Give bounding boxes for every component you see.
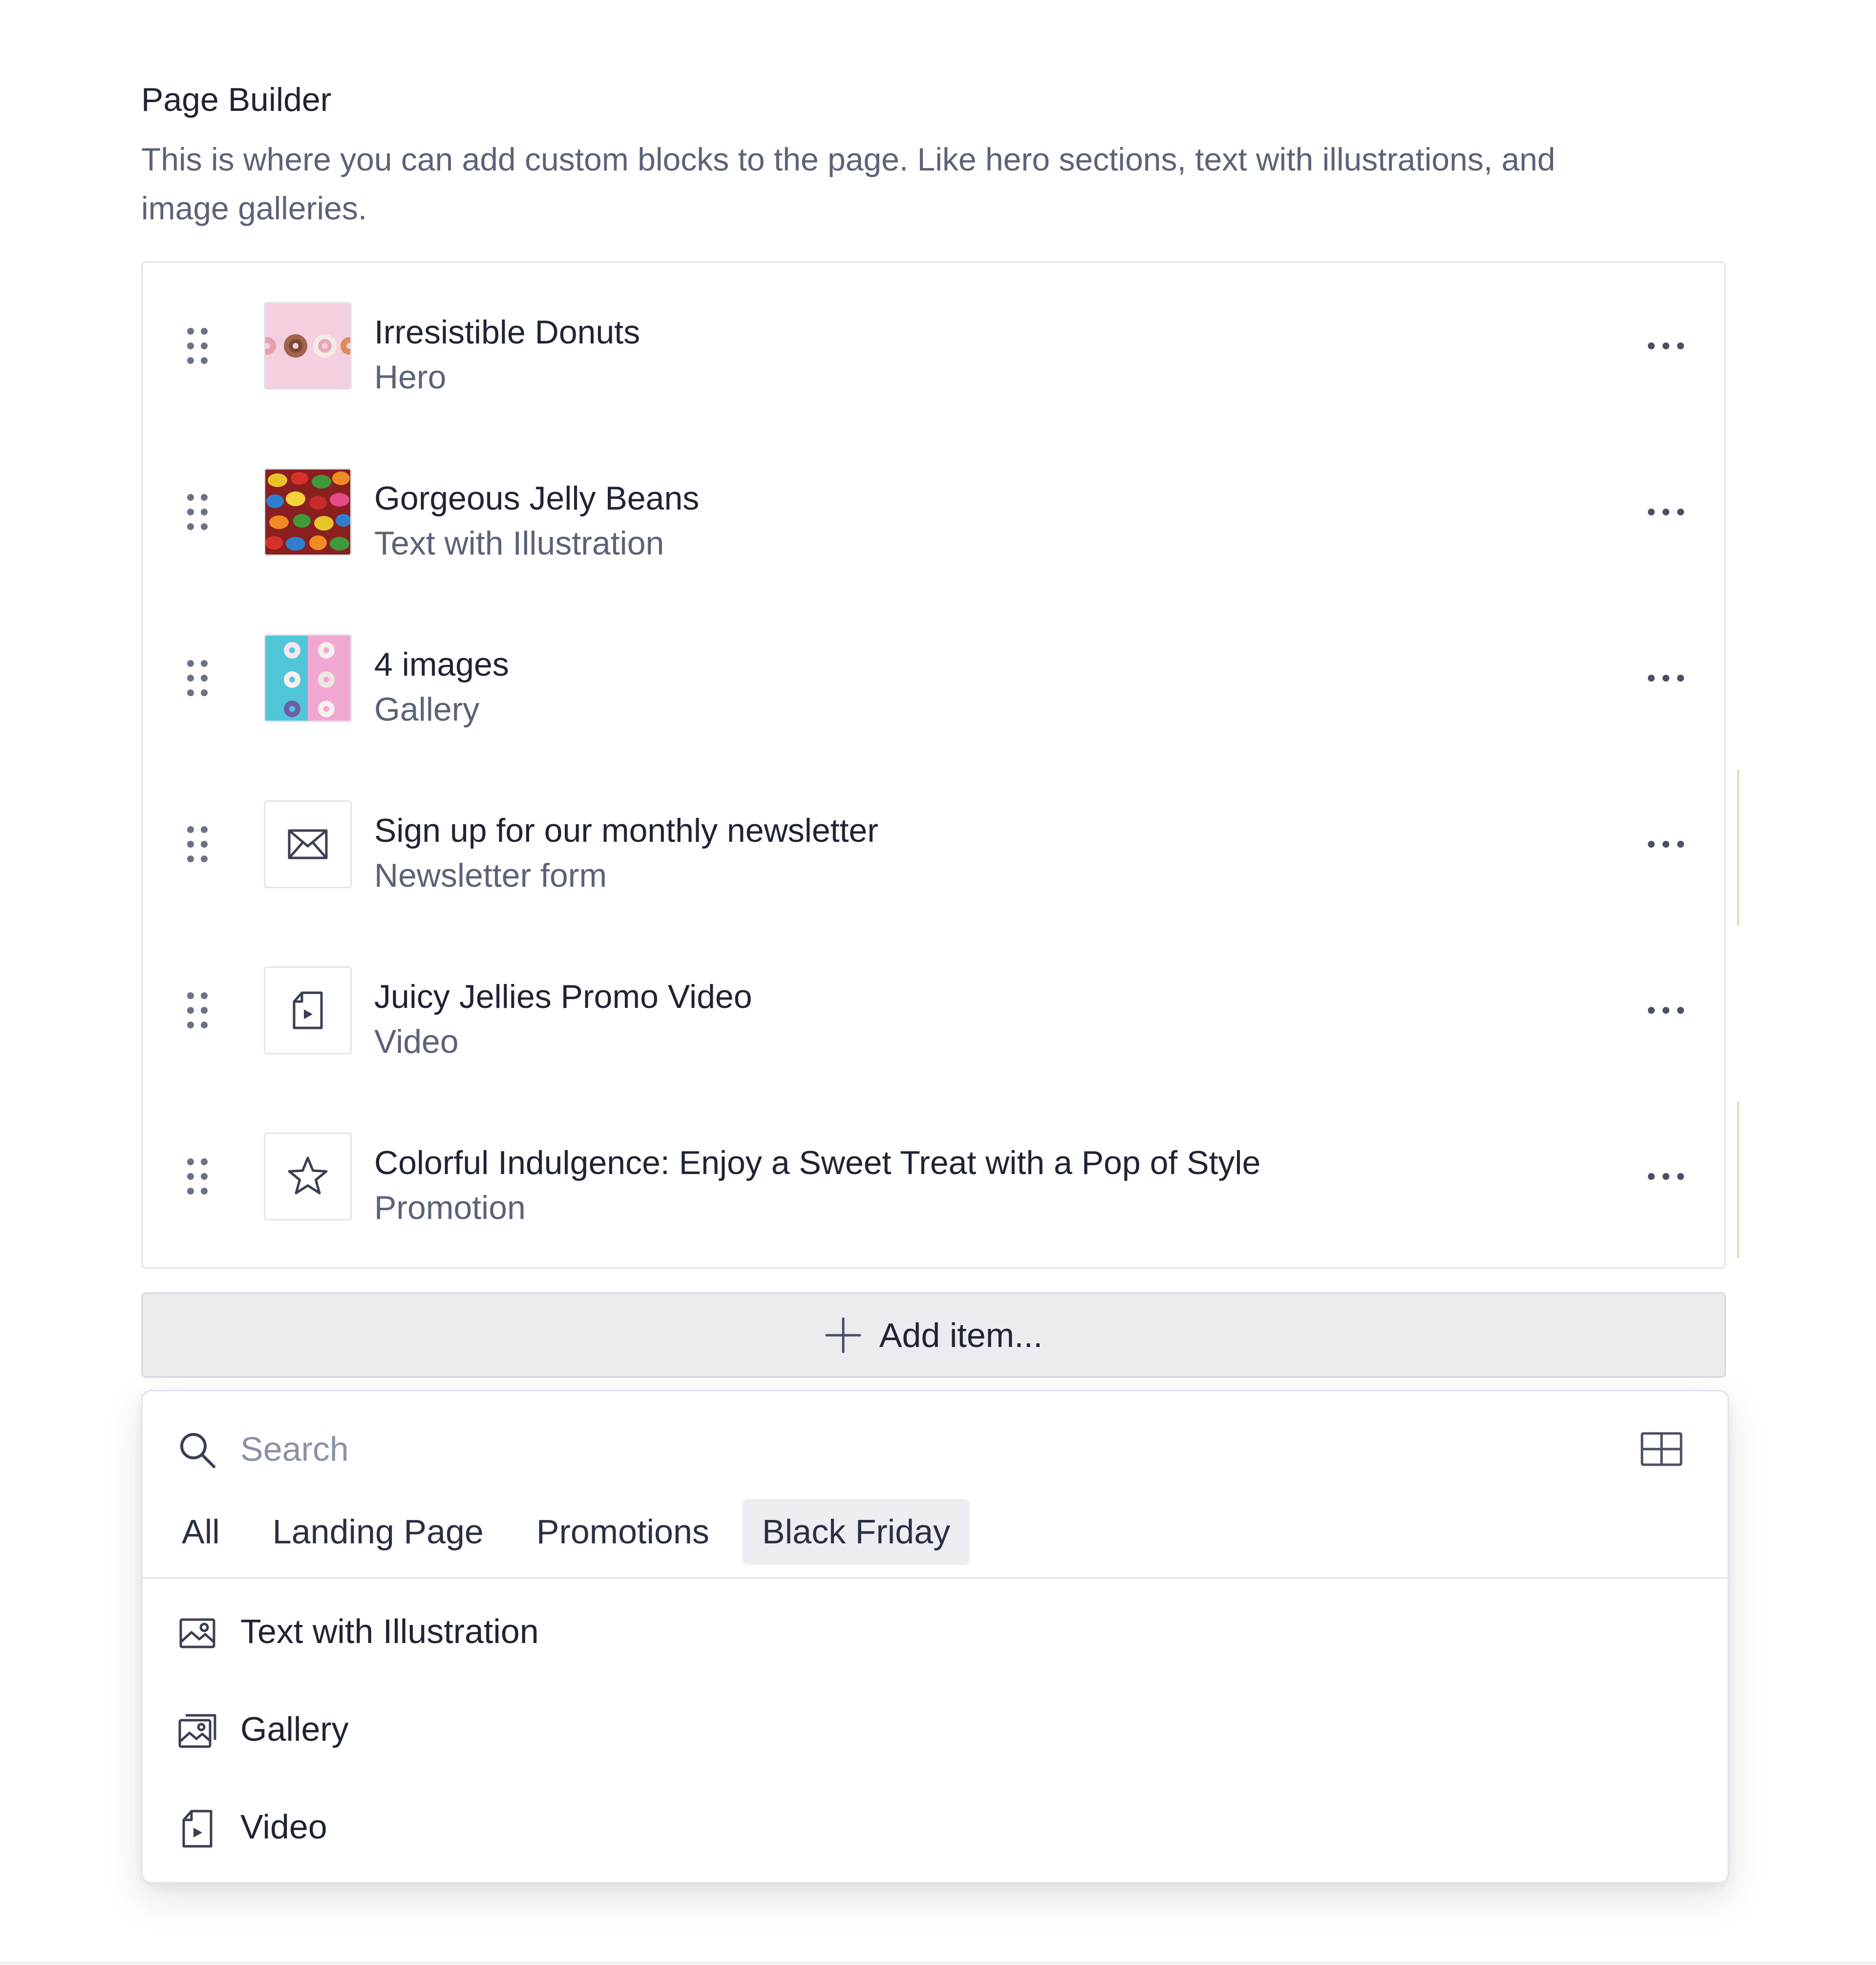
video-file-icon <box>264 966 352 1054</box>
video-file-icon <box>178 1809 217 1848</box>
option-text-with-illustration[interactable]: Text with Illustration <box>143 1587 1727 1675</box>
more-options-button[interactable] <box>1642 663 1690 693</box>
block-type: Newsletter form <box>374 857 607 894</box>
ellipsis-icon <box>1648 841 1684 848</box>
block-title: Juicy Jellies Promo Video <box>374 978 752 1015</box>
envelope-icon <box>264 800 352 888</box>
edge-accent <box>1737 769 1739 926</box>
ellipsis-icon <box>1648 509 1684 515</box>
option-video[interactable]: Video <box>143 1782 1727 1870</box>
gallery-thumbnail <box>264 634 352 722</box>
block-row[interactable]: 4 images Gallery <box>143 595 1725 761</box>
tab-promotions[interactable]: Promotions <box>517 1499 729 1565</box>
block-type: Gallery <box>374 691 480 728</box>
more-options-button[interactable] <box>1642 1162 1690 1191</box>
search-icon <box>178 1431 217 1470</box>
tab-landing-page[interactable]: Landing Page <box>253 1499 503 1565</box>
field-title: Page Builder <box>141 81 332 118</box>
donuts-thumbnail <box>264 302 352 390</box>
image-icon <box>178 1614 217 1653</box>
block-title: Colorful Indulgence: Enjoy a Sweet Treat… <box>374 1144 1261 1181</box>
drag-handle-icon[interactable] <box>186 326 209 365</box>
grid-view-toggle[interactable] <box>1640 1430 1684 1469</box>
drag-handle-icon[interactable] <box>186 492 209 532</box>
drag-handle-icon[interactable] <box>186 1157 209 1196</box>
ellipsis-icon <box>1648 1173 1684 1180</box>
drag-handle-icon[interactable] <box>186 991 209 1030</box>
block-title: 4 images <box>374 646 509 683</box>
jelly-beans-thumbnail <box>264 468 352 556</box>
block-row[interactable]: Sign up for our monthly newsletter Newsl… <box>143 761 1725 927</box>
option-label: Video <box>240 1808 327 1846</box>
option-gallery[interactable]: Gallery <box>143 1685 1727 1773</box>
block-row[interactable]: Gorgeous Jelly Beans Text with Illustrat… <box>143 429 1725 595</box>
more-options-button[interactable] <box>1642 331 1690 361</box>
option-label: Gallery <box>240 1710 349 1748</box>
filter-tabs: All Landing Page Promotions Black Friday <box>162 1499 970 1565</box>
block-row[interactable]: Irresistible Donuts Hero <box>143 263 1725 429</box>
block-title: Irresistible Donuts <box>374 314 640 351</box>
add-item-button[interactable]: Add item... <box>141 1292 1726 1378</box>
ellipsis-icon <box>1648 342 1684 349</box>
grid-icon <box>1641 1432 1683 1466</box>
block-row[interactable]: Juicy Jellies Promo Video Video <box>143 927 1725 1093</box>
drag-handle-icon[interactable] <box>186 825 209 864</box>
more-options-button[interactable] <box>1642 996 1690 1025</box>
block-row[interactable]: Colorful Indulgence: Enjoy a Sweet Treat… <box>143 1093 1725 1260</box>
field-description: This is where you can add custom blocks … <box>141 141 1556 226</box>
divider <box>0 1962 1876 1964</box>
page: { "field": { "title": "Page Builder", "d… <box>0 0 1876 1965</box>
block-title: Sign up for our monthly newsletter <box>374 812 878 849</box>
divider <box>143 1577 1727 1579</box>
block-picker-popover: All Landing Page Promotions Black Friday… <box>141 1390 1729 1883</box>
drag-handle-icon[interactable] <box>186 659 209 698</box>
gallery-icon <box>178 1711 217 1751</box>
option-label: Text with Illustration <box>240 1612 539 1650</box>
ellipsis-icon <box>1648 1007 1684 1014</box>
tab-all[interactable]: All <box>162 1499 239 1565</box>
more-options-button[interactable] <box>1642 497 1690 527</box>
block-type: Text with Illustration <box>374 525 664 562</box>
tab-black-friday[interactable]: Black Friday <box>742 1499 970 1565</box>
star-icon <box>264 1132 352 1220</box>
block-type: Hero <box>374 359 447 396</box>
block-title: Gorgeous Jelly Beans <box>374 480 700 517</box>
block-type: Video <box>374 1023 459 1060</box>
block-list: Irresistible Donuts Hero Gorgeous Jelly … <box>141 261 1726 1269</box>
more-options-button[interactable] <box>1642 830 1690 859</box>
plus-icon <box>825 1317 861 1353</box>
edge-accent <box>1737 1102 1739 1258</box>
search-input[interactable] <box>240 1425 1559 1474</box>
block-type: Promotion <box>374 1189 526 1226</box>
ellipsis-icon <box>1648 675 1684 682</box>
add-item-label: Add item... <box>879 1316 1043 1354</box>
